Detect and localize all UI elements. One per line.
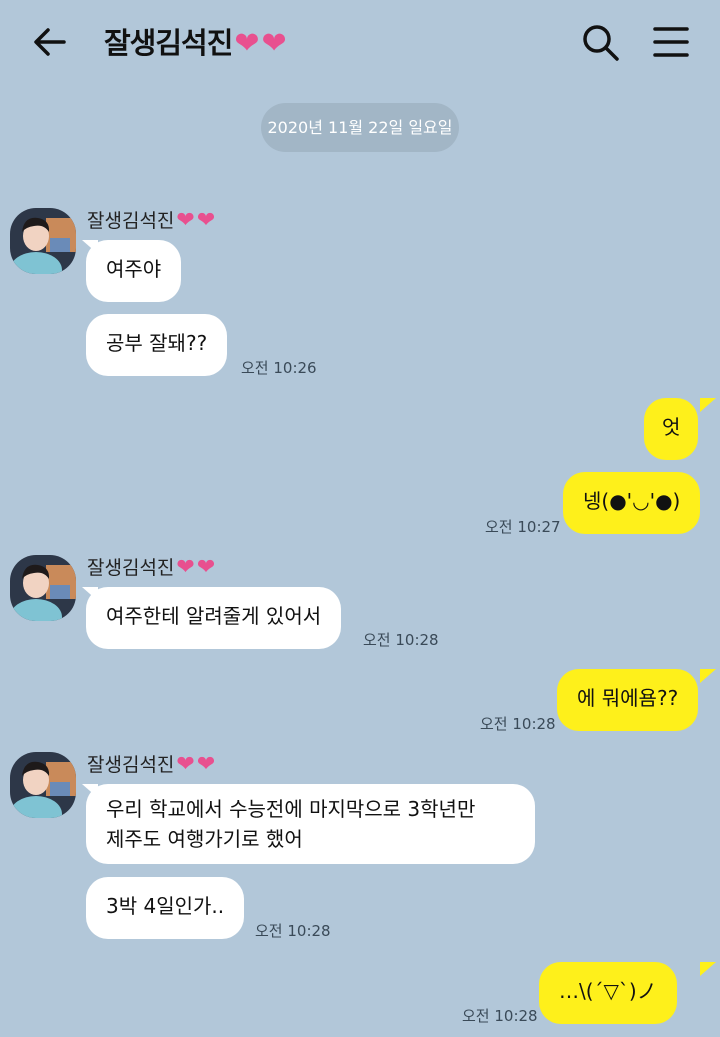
message-time: 오전 10:28: [363, 631, 439, 649]
bubble-tail: [700, 669, 716, 683]
sender-name: 잘생김석진❤❤: [87, 206, 217, 233]
sender-hearts-icon: ❤❤: [176, 208, 218, 233]
message-line: 제주도 여행가기로 했어: [106, 827, 303, 851]
sender-name: 잘생김석진❤❤: [87, 553, 217, 580]
sender-hearts-icon: ❤❤: [176, 752, 218, 777]
avatar[interactable]: [10, 555, 76, 621]
menu-icon[interactable]: [651, 24, 691, 60]
sender-name-text: 잘생김석진: [87, 557, 175, 579]
message-bubble[interactable]: 여주야: [86, 240, 182, 302]
message-time: 오전 10:28: [462, 1007, 538, 1025]
sender-name-text: 잘생김석진: [87, 210, 175, 232]
message-time: 오전 10:26: [241, 359, 317, 377]
message-time: 오전 10:28: [255, 922, 331, 940]
message-bubble[interactable]: 공부 잘돼??: [86, 314, 228, 376]
message-time: 오전 10:27: [485, 518, 561, 536]
avatar-image: [10, 752, 76, 818]
my-message-bubble[interactable]: 넹(●'◡'●): [563, 472, 701, 534]
avatar-image: [10, 555, 76, 621]
message-bubble[interactable]: 3박 4일인가..: [86, 877, 245, 939]
my-message-bubble[interactable]: 에 뭐에욤??: [557, 669, 699, 731]
bubble-tail: [700, 398, 716, 412]
date-divider: 2020년 11월 22일 일요일: [261, 103, 459, 152]
message-bubble[interactable]: 우리 학교에서 수능전에 마지막으로 3학년만 제주도 여행가기로 했어: [86, 784, 535, 864]
message-line: 우리 학교에서 수능전에 마지막으로 3학년만: [106, 797, 476, 821]
chat-title-text: 잘생김석진: [104, 26, 233, 60]
search-icon[interactable]: [580, 22, 620, 62]
chat-title: 잘생김석진❤❤: [104, 20, 289, 62]
title-hearts-icon: ❤❤: [234, 26, 289, 61]
avatar[interactable]: [10, 752, 76, 818]
bubble-tail: [700, 962, 716, 976]
sender-hearts-icon: ❤❤: [176, 555, 218, 580]
my-message-bubble[interactable]: 엇: [644, 398, 699, 460]
sender-name-text: 잘생김석진: [87, 754, 175, 776]
avatar[interactable]: [10, 208, 76, 274]
back-arrow-icon[interactable]: [30, 22, 70, 62]
sender-name: 잘생김석진❤❤: [87, 750, 217, 777]
message-bubble[interactable]: 여주한테 알려줄게 있어서: [86, 587, 342, 649]
my-message-bubble[interactable]: …\(´▽`)ノ: [539, 962, 677, 1024]
avatar-image: [10, 208, 76, 274]
message-time: 오전 10:28: [480, 715, 556, 733]
